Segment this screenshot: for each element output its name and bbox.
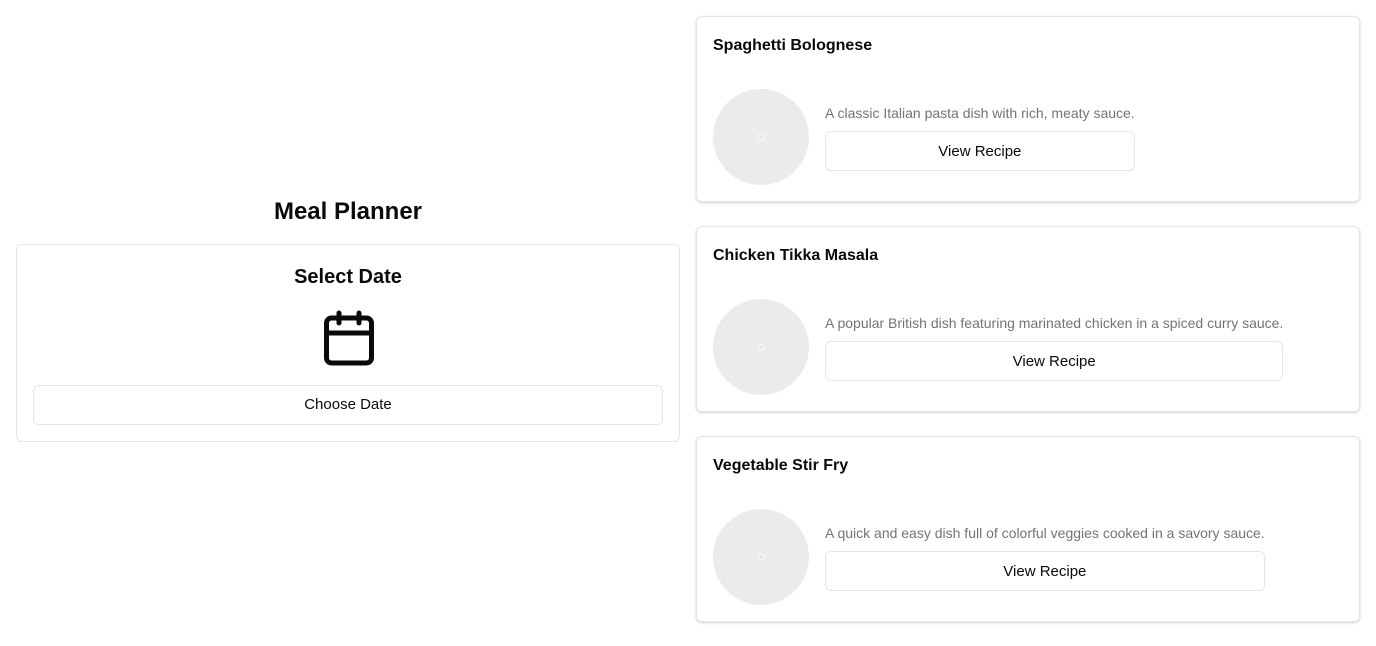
date-picker-card: Select Date Choose Date [16, 244, 680, 442]
meal-planner-panel: Meal Planner Select Date Choose Date [16, 0, 680, 638]
image-placeholder-icon [757, 343, 765, 351]
recipe-card-chicken-tikka-masala: Chicken Tikka Masala A popular British d… [696, 226, 1360, 412]
image-placeholder-icon [757, 553, 765, 561]
recipe-card-spaghetti-bolognese: Spaghetti Bolognese A classic Italian pa… [696, 16, 1360, 202]
recipe-body: A popular British dish featuring marinat… [825, 313, 1284, 381]
date-picker-title: Select Date [294, 266, 402, 288]
recipe-description: A classic Italian pasta dish with rich, … [825, 105, 1135, 121]
recipe-description: A popular British dish featuring marinat… [825, 315, 1284, 331]
recipe-description: A quick and easy dish full of colorful v… [825, 525, 1265, 541]
recipe-title: Chicken Tikka Masala [713, 247, 879, 264]
recipe-image [713, 509, 809, 605]
recipe-title: Vegetable Stir Fry [713, 457, 849, 474]
recipe-image [713, 89, 809, 185]
choose-date-button[interactable]: Choose Date [33, 385, 663, 425]
view-recipe-button[interactable]: View Recipe [825, 131, 1135, 171]
page-title: Meal Planner [273, 198, 423, 225]
recipe-list: Spaghetti Bolognese A classic Italian pa… [696, 16, 1360, 646]
image-placeholder-icon [757, 133, 765, 141]
recipe-image [713, 299, 809, 395]
recipe-body: A classic Italian pasta dish with rich, … [825, 103, 1135, 171]
calendar-icon [324, 310, 374, 366]
view-recipe-button[interactable]: View Recipe [825, 341, 1284, 381]
view-recipe-button[interactable]: View Recipe [825, 551, 1265, 591]
recipe-body: A quick and easy dish full of colorful v… [825, 523, 1265, 591]
recipe-title: Spaghetti Bolognese [713, 37, 873, 54]
recipe-card-vegetable-stir-fry: Vegetable Stir Fry A quick and easy dish… [696, 436, 1360, 622]
